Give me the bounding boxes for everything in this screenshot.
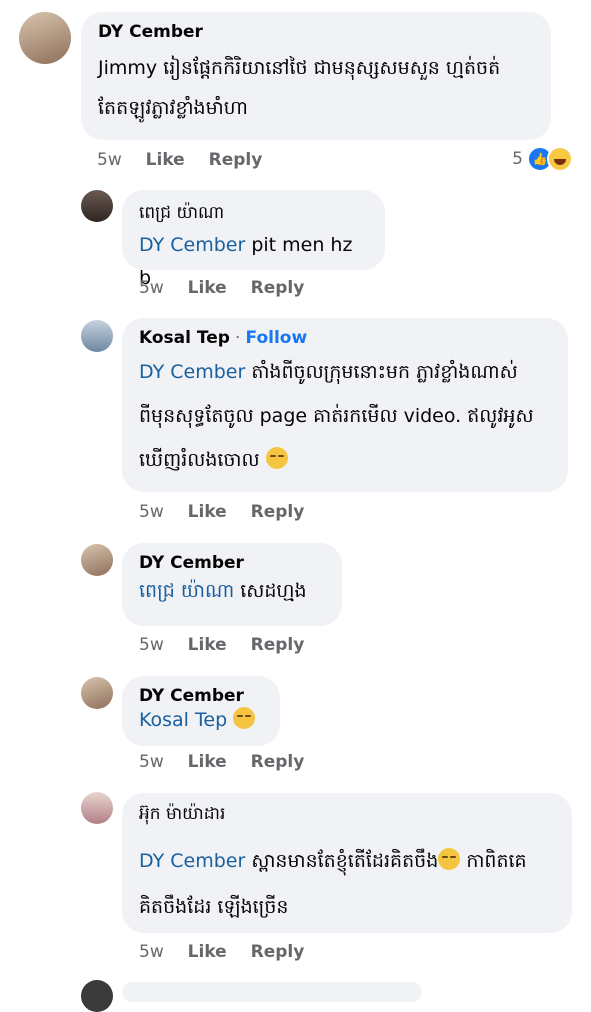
avatar[interactable] [81,792,113,824]
reply-button[interactable]: Reply [209,150,263,170]
comment-author[interactable]: DY Cember [139,686,263,706]
avatar[interactable] [81,190,113,222]
comment-body: សេដហ្មង [240,580,307,602]
comment-body-line: ស្ពានមានតែខ្ញុំតើដែរគិតចឹង [251,850,439,872]
comment-body-line: កាពិតគេ [466,850,527,872]
like-button[interactable]: Like [188,502,227,522]
comment-text: DY Cember ស្ពានមានតែខ្ញុំតើដែរគិតចឹង កាព… [139,838,555,930]
follow-button[interactable]: Follow [246,328,308,348]
comment-author[interactable]: DY Cember [139,553,325,573]
reactions-summary[interactable]: 5 👍 [512,146,573,172]
comment-header: Kosal Tep · Follow [139,328,551,348]
mention-link[interactable]: DY Cember [139,361,245,383]
comment-time[interactable]: 5w [139,502,164,522]
comment-body-line: ពីមុនសុទ្ធតែចូល page គាត់រកមើល video. ឥល… [139,405,534,427]
pensive-emoji-icon [265,447,288,469]
comment-author[interactable]: អ៊ុក ម៉ាយ៉ាដារ [139,803,555,828]
separator-dot: · [235,328,241,348]
comment-actions: 5w Like Reply [139,635,322,655]
avatar[interactable] [81,544,113,576]
comment-actions: 5w Like Reply [139,278,322,298]
comment-bubble: DY Cember Jimmy រៀនផ្ដែកកិរិយានៅថៃ ជាមនុ… [81,12,551,140]
comment-bubble: Kosal Tep · Follow DY Cember តាំងពីចូលក្… [122,318,568,492]
comment-text: ពេជ្រ យ៉ាណា សេដហ្មង [139,575,325,608]
haha-reaction-icon [547,146,573,172]
comment-actions: 5w Like Reply [97,150,280,170]
unamused-emoji-icon [438,848,461,870]
comment-bubble: ពេជ្រ យ៉ាណា DY Cember pit men hz b [122,190,385,289]
mention-link[interactable]: Kosal Tep [139,709,227,731]
reply-button[interactable]: Reply [251,752,305,772]
avatar[interactable] [19,12,71,64]
comment-body-line: តាំងពីចូលក្រុមនោះមក ភ្លាវខ្លាំងណាស់ [251,361,518,383]
avatar[interactable] [81,980,113,1012]
comment-time[interactable]: 5w [139,752,164,772]
comment-text: Jimmy រៀនផ្ដែកកិរិយានៅថៃ ជាមនុស្សសមសួន ហ… [98,57,501,119]
comment-bubble: អ៊ុក ម៉ាយ៉ាដារ DY Cember ស្ពានមានតែខ្ញុំ… [122,793,572,933]
comment-time[interactable]: 5w [139,278,164,298]
comment-body-line: ឃើញរំលងចោល [139,449,260,471]
comment-author[interactable]: DY Cember [98,22,534,42]
comment-time[interactable]: 5w [97,150,122,170]
like-button[interactable]: Like [146,150,185,170]
comment-bubble [122,982,422,1002]
like-button[interactable]: Like [188,278,227,298]
comment-actions: 5w Like Reply [139,942,322,962]
reply-button[interactable]: Reply [251,635,305,655]
reaction-count: 5 [512,149,523,169]
comment-actions: 5w Like Reply [139,502,322,522]
comment-time[interactable]: 5w [139,942,164,962]
like-button[interactable]: Like [188,942,227,962]
reply-button[interactable]: Reply [251,502,305,522]
pleading-emoji-icon [233,707,256,729]
like-button[interactable]: Like [188,752,227,772]
mention-link[interactable]: ពេជ្រ យ៉ាណា [139,580,234,602]
mention-link[interactable]: DY Cember [139,850,245,872]
comment-body-line: គិតចឹងដែរ ឡើងច្រើន [139,896,289,918]
avatar[interactable] [81,320,113,352]
comment-time[interactable]: 5w [139,635,164,655]
comment-bubble: DY Cember ពេជ្រ យ៉ាណា សេដហ្មង [122,543,342,626]
mention-link[interactable]: DY Cember [139,234,245,256]
comment-actions: 5w Like Reply [139,752,322,772]
avatar[interactable] [81,677,113,709]
like-button[interactable]: Like [188,635,227,655]
comment-text: Kosal Tep [139,706,263,734]
comment-text: DY Cember តាំងពីចូលក្រុមនោះមក ភ្លាវខ្លាំ… [139,350,551,482]
comment-author[interactable]: Kosal Tep [139,328,230,348]
comment-bubble: DY Cember Kosal Tep [122,676,280,746]
reply-button[interactable]: Reply [251,942,305,962]
comment-author[interactable]: ពេជ្រ យ៉ាណា [139,202,368,227]
reply-button[interactable]: Reply [251,278,305,298]
